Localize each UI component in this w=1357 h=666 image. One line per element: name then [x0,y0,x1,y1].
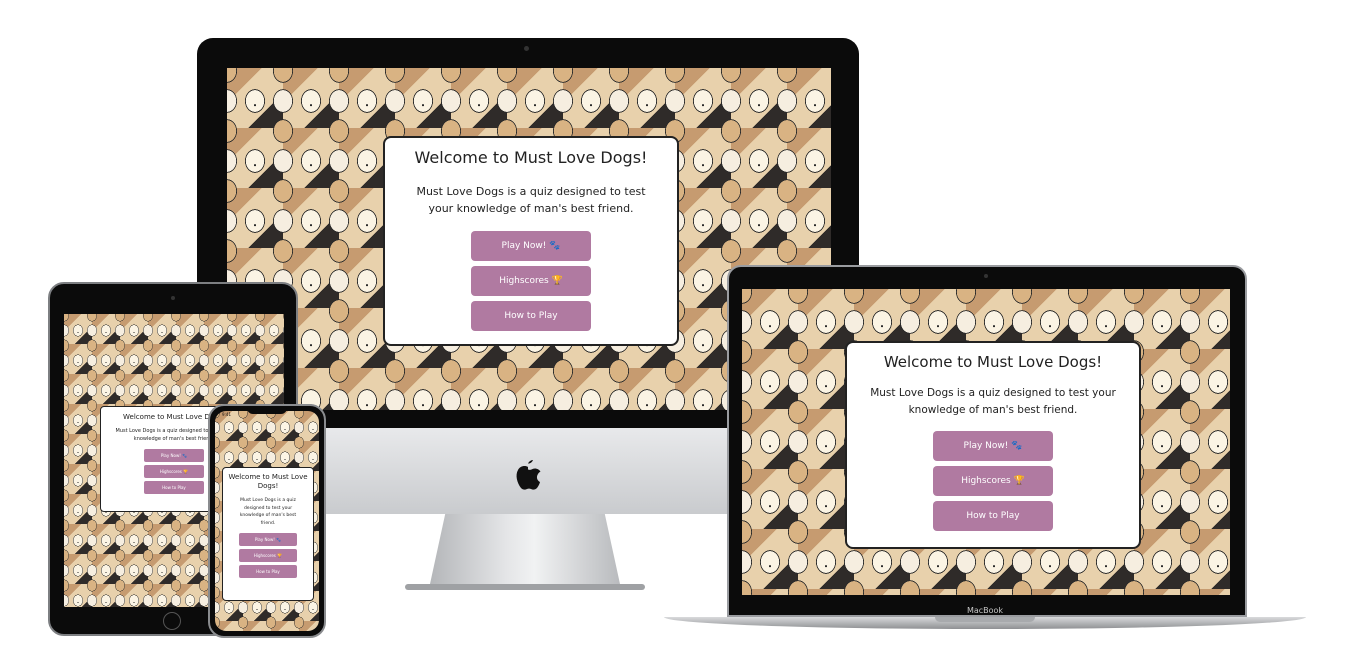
tablet-camera [171,296,175,300]
phone-play-now-button[interactable]: Play Now! 🐾 [239,533,297,546]
laptop-page-title: Welcome to Must Love Dogs! [883,353,1103,371]
imac-page-title: Welcome to Must Love Dogs! [414,148,648,167]
phone-intro-text: Must Love Dogs is a quiz designed to tes… [239,498,297,526]
laptop-brand-label: MacBook [966,606,1004,615]
phone-screen: Welcome to Must Love Dogs! Must Love Dog… [215,411,319,631]
imac-play-now-button[interactable]: Play Now! 🐾 [471,231,591,261]
laptop-welcome-card: Welcome to Must Love Dogs! Must Love Dog… [845,341,1141,549]
apple-logo-icon [514,458,542,492]
tablet-home-button[interactable] [163,612,181,630]
tablet-how-to-play-button[interactable]: How to Play [144,481,204,494]
imac-camera [524,46,529,51]
phone-page-title: Welcome to Must Love Dogs! [228,473,308,490]
laptop-camera [984,274,988,278]
phone-time: 9:41 [222,412,231,417]
phone-welcome-card: Welcome to Must Love Dogs! Must Love Dog… [222,467,314,601]
laptop-play-now-button[interactable]: Play Now! 🐾 [933,431,1053,461]
laptop-screen: Welcome to Must Love Dogs! Must Love Dog… [742,289,1230,595]
phone-notch [247,406,287,414]
phone-how-to-play-button[interactable]: How to Play [239,565,297,578]
imac-intro-text: Must Love Dogs is a quiz designed to tes… [416,185,646,215]
imac-welcome-card: Welcome to Must Love Dogs! Must Love Dog… [383,136,679,346]
tablet-play-now-button[interactable]: Play Now! 🐾 [144,449,204,462]
imac-highscores-button[interactable]: Highscores 🏆 [471,266,591,296]
laptop-intro-text: Must Love Dogs is a quiz designed to tes… [870,387,1116,416]
imac-stand [430,514,620,584]
laptop-how-to-play-button[interactable]: How to Play [933,501,1053,531]
phone-highscores-button[interactable]: Highscores 🏆 [239,549,297,562]
imac-how-to-play-button[interactable]: How to Play [471,301,591,331]
imac-stand-base [405,584,645,590]
tablet-highscores-button[interactable]: Highscores 🏆 [144,465,204,478]
laptop-highscores-button[interactable]: Highscores 🏆 [933,466,1053,496]
laptop-notch [935,617,1035,622]
